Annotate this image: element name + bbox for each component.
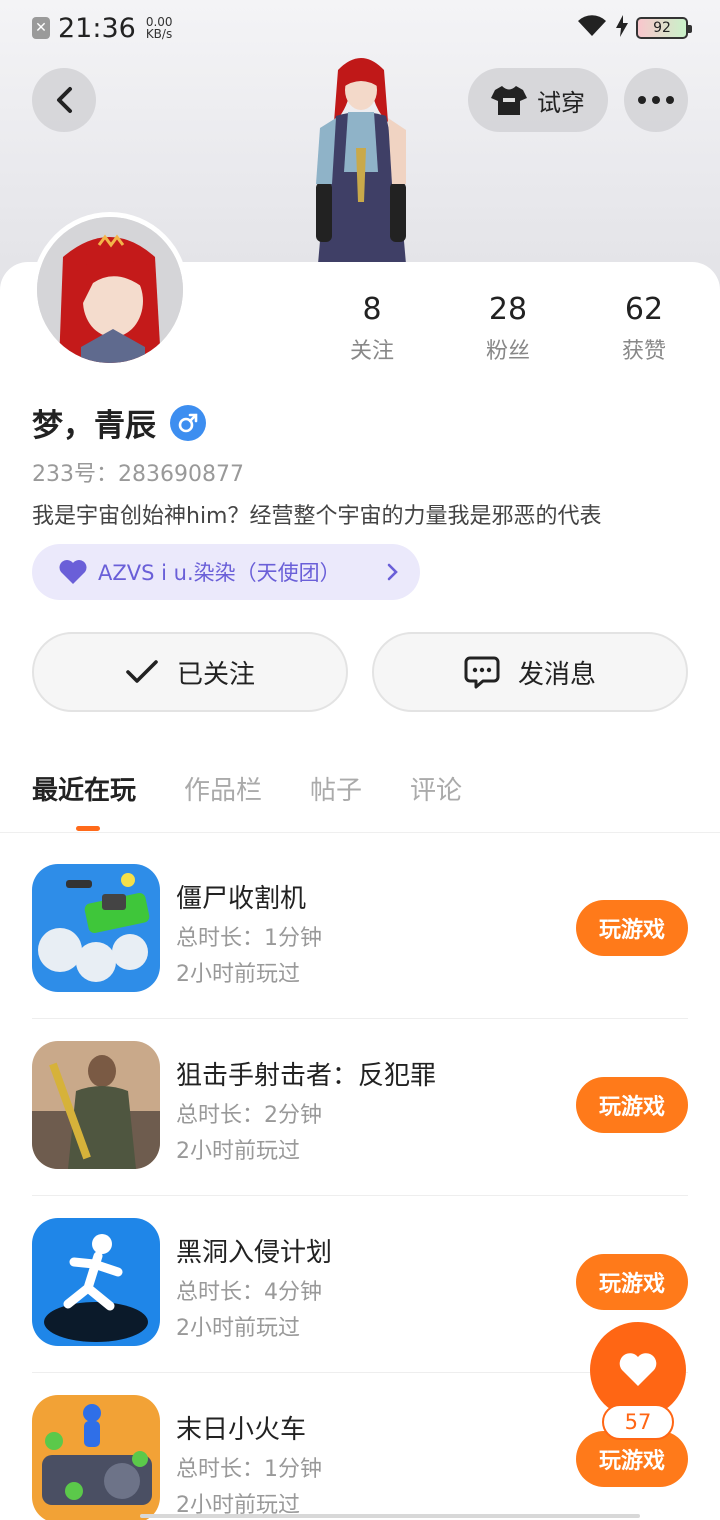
- game-icon-doomsday-train: [32, 1395, 160, 1520]
- battery-icon: 92: [636, 17, 692, 39]
- like-count-badge: 57: [602, 1404, 674, 1440]
- name-row: 梦，青辰: [32, 400, 206, 445]
- net-speed: 0.00 KB/s: [146, 16, 173, 40]
- game-title: 末日小火车: [176, 1415, 307, 1445]
- battery-level: 92: [653, 20, 671, 36]
- heart-icon: [59, 560, 87, 584]
- follow-button[interactable]: 已关注: [32, 632, 348, 712]
- profile-stats: 8 关注 28 粉丝 62 获赞: [304, 292, 712, 372]
- game-title: 狙击手射击者：反犯罪: [176, 1061, 437, 1091]
- tab-works[interactable]: 作品栏: [184, 770, 262, 807]
- tab-recent-played[interactable]: 最近在玩: [32, 770, 136, 807]
- message-label: 发消息: [517, 659, 596, 690]
- status-time: 21:36: [58, 12, 136, 44]
- game-title: 黑洞入侵计划: [176, 1238, 333, 1268]
- avatar-image: [37, 217, 183, 363]
- play-game-button[interactable]: 玩游戏: [576, 1077, 688, 1133]
- profile-bio: 我是宇宙创始神him？经营整个宇宙的力量我是邪恶的代表: [32, 504, 602, 529]
- stat-value: 8: [362, 292, 382, 327]
- more-dots-icon: [638, 96, 674, 104]
- game-last-played: 2小时前玩过: [176, 1316, 300, 1341]
- club-name: AZVS i u.染染（天使团）: [98, 561, 341, 585]
- checkmark-icon: [126, 660, 158, 683]
- charging-icon: [616, 15, 628, 41]
- profile-uid: 233号：283690877: [32, 462, 244, 487]
- tab-comments[interactable]: 评论: [410, 770, 462, 807]
- list-item[interactable]: 末日小火车 总时长：1分钟 2小时前玩过 玩游戏: [32, 1373, 688, 1520]
- profile-name: 梦，青辰: [32, 408, 156, 444]
- game-icon-sniper: [32, 1041, 160, 1169]
- game-duration: 总时长：2分钟: [176, 1103, 322, 1128]
- stat-label: 关注: [349, 339, 394, 364]
- stat-likes[interactable]: 62 获赞: [576, 292, 712, 372]
- male-gender-icon: [170, 404, 206, 441]
- tabs-divider: [0, 832, 720, 833]
- stat-value: 62: [624, 292, 664, 327]
- wifi-icon: [576, 14, 608, 42]
- back-button[interactable]: [32, 68, 96, 132]
- avatar-character-image: [316, 58, 406, 264]
- play-game-button[interactable]: 玩游戏: [576, 1254, 688, 1310]
- stat-value: 28: [488, 292, 528, 327]
- tab-posts[interactable]: 帖子: [310, 770, 362, 807]
- avatar[interactable]: [32, 212, 188, 368]
- net-speed-unit: KB/s: [145, 27, 173, 41]
- more-button[interactable]: [624, 68, 688, 132]
- follow-label: 已关注: [176, 659, 255, 690]
- game-duration: 总时长：4分钟: [176, 1280, 322, 1305]
- heart-icon: [619, 1353, 657, 1386]
- status-bar: ✕ 21:36 0.00 KB/s 92: [0, 0, 720, 56]
- list-item[interactable]: 黑洞入侵计划 总时长：4分钟 2小时前玩过 玩游戏: [32, 1196, 688, 1373]
- game-last-played: 2小时前玩过: [176, 1139, 300, 1164]
- chevron-right-icon: [387, 563, 398, 581]
- message-button[interactable]: 发消息: [372, 632, 688, 712]
- try-on-button[interactable]: 试穿: [468, 68, 608, 132]
- list-item[interactable]: 狙击手射击者：反犯罪 总时长：2分钟 2小时前玩过 玩游戏: [32, 1019, 688, 1196]
- scroll-indicator: [140, 1514, 640, 1518]
- game-duration: 总时长：1分钟: [176, 926, 322, 951]
- tshirt-icon: [491, 86, 527, 115]
- active-tab-indicator: [76, 826, 100, 831]
- notification-icon: ✕: [32, 17, 50, 39]
- chevron-left-icon: [57, 87, 72, 113]
- recent-games-list: 僵尸收割机 总时长：1分钟 2小时前玩过 玩游戏 狙击手射击者：反犯罪 总时长：…: [32, 842, 688, 1520]
- club-badge[interactable]: AZVS i u.染染（天使团）: [32, 544, 420, 600]
- game-icon-black-hole: [32, 1218, 160, 1346]
- profile-tabs: 最近在玩 作品栏 帖子 评论: [32, 770, 462, 807]
- game-duration: 总时长：1分钟: [176, 1457, 322, 1482]
- stat-label: 粉丝: [485, 339, 530, 364]
- stat-following[interactable]: 8 关注: [304, 292, 440, 372]
- play-game-button[interactable]: 玩游戏: [576, 900, 688, 956]
- stat-fans[interactable]: 28 粉丝: [440, 292, 576, 372]
- list-item[interactable]: 僵尸收割机 总时长：1分钟 2小时前玩过 玩游戏: [32, 842, 688, 1019]
- message-bubble-icon: [464, 656, 500, 689]
- stat-label: 获赞: [621, 339, 666, 364]
- game-last-played: 2小时前玩过: [176, 962, 300, 987]
- game-icon-zombie-harvester: [32, 864, 160, 992]
- game-title: 僵尸收割机: [176, 884, 307, 914]
- try-on-label: 试穿: [537, 88, 585, 117]
